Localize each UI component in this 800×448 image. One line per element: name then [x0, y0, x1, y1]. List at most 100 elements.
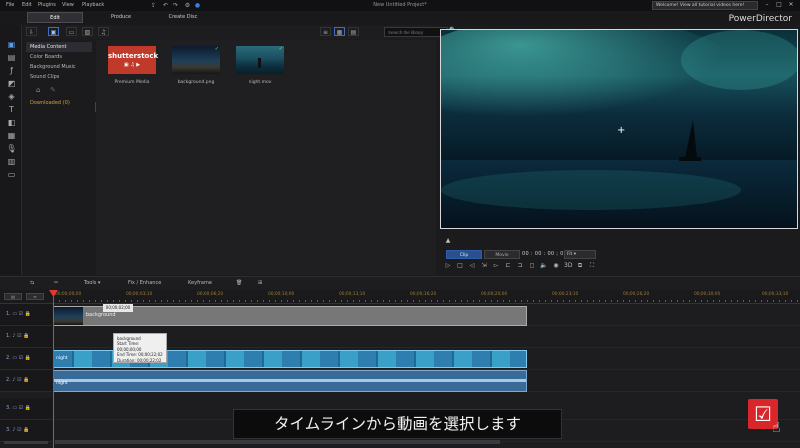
- mark-in-icon[interactable]: ⊏: [504, 262, 512, 269]
- track-manager-icon[interactable]: ▤: [4, 293, 22, 300]
- playhead-line[interactable]: [53, 290, 54, 448]
- subtitle-room-icon[interactable]: ▭: [6, 170, 17, 180]
- close-icon[interactable]: ✕: [786, 1, 796, 9]
- track-header-video-3[interactable]: 3. ▭ ☑ 🔒: [0, 398, 52, 420]
- background-png-thumbnail[interactable]: ✓: [172, 46, 220, 74]
- tutorial-notice[interactable]: Welcome! View all tutorial videos here!: [652, 1, 758, 10]
- track-header-video-1[interactable]: 1. ▭ ☑ 🔒: [0, 304, 52, 326]
- tooltip-line: End Time: 00;00;22;02: [117, 352, 163, 358]
- particle-room-icon[interactable]: ◈: [6, 92, 17, 102]
- gear-icon[interactable]: ⚙: [184, 2, 191, 9]
- menu-edit[interactable]: Edit: [22, 2, 32, 8]
- volume-icon[interactable]: 🔈: [540, 262, 548, 269]
- category-background-music[interactable]: Background Music: [26, 62, 92, 72]
- category-sound-clips[interactable]: Sound Clips: [26, 72, 92, 82]
- tag-edit-icon[interactable]: ✎: [50, 86, 56, 94]
- tools-menu[interactable]: Tools ▾: [84, 280, 100, 286]
- media-gallery: shutterstock ▣ ♫ ▶ Premium Media ✓ backg…: [96, 40, 436, 275]
- track-header-audio-1[interactable]: 1. ♪ ☑ 🔒: [0, 326, 52, 348]
- voice-over-icon[interactable]: 🎙: [6, 144, 17, 154]
- menu-bar: File Edit Plugins View Playback ⇪ ↶ ↷ ⚙ …: [0, 0, 800, 11]
- tooltip-line: Duration: 00;00;22;02: [117, 357, 162, 363]
- timeline-ruler[interactable]: ▤ ⇔ 00;00;00;00 00;00;03;10 00;00;06;20 …: [0, 290, 800, 304]
- redo-icon[interactable]: ↷: [172, 2, 179, 9]
- tab-edit[interactable]: Edit: [27, 12, 83, 23]
- title-room-icon[interactable]: T: [6, 105, 17, 115]
- zoom-fit-select[interactable]: Fit ▾: [564, 250, 596, 259]
- delete-icon[interactable]: 🗑: [236, 280, 242, 286]
- more-icon[interactable]: ⊞: [258, 280, 262, 286]
- playhead-time-tooltip: 00;00;02;00: [103, 304, 133, 312]
- fix-enhance-button[interactable]: Fix / Enhance: [128, 280, 161, 286]
- background-clip-thumbnail: [53, 307, 83, 325]
- upload-icon[interactable]: ⇪: [150, 2, 157, 9]
- playhead-slider-icon[interactable]: ▲: [444, 237, 452, 244]
- menu-playback[interactable]: Playback: [82, 2, 104, 8]
- all-media-icon[interactable]: ▣: [48, 27, 59, 36]
- premium-media-thumbnail[interactable]: shutterstock ▣ ♫ ▶: [108, 46, 158, 74]
- menu-plugins[interactable]: Plugins: [38, 2, 56, 8]
- brand-label: PowerDirector: [728, 14, 792, 24]
- timeline-scrollbar[interactable]: [55, 440, 500, 444]
- play-icon[interactable]: ▷: [444, 262, 452, 269]
- search-input[interactable]: [384, 27, 448, 37]
- room-tool-strip: ▣ ▤ ƒ ◩ ◈ T ◧ ▦ 🎙 ▥ ▭: [0, 25, 22, 275]
- tag-icon[interactable]: ⌂: [36, 86, 40, 94]
- fast-forward-icon[interactable]: ▻: [492, 262, 500, 269]
- mark-out-icon[interactable]: ⊐: [516, 262, 524, 269]
- snapshot-icon[interactable]: ◻: [528, 262, 536, 269]
- timeline-zoom-slider[interactable]: [4, 441, 48, 444]
- undo-icon[interactable]: ↶: [162, 2, 169, 9]
- undock-icon[interactable]: ⧉: [576, 262, 584, 270]
- list-view-icon[interactable]: ≡: [320, 27, 331, 36]
- track-header-audio-3[interactable]: 3. ♪ ☑ 🔒: [0, 420, 52, 442]
- preview-window[interactable]: +: [440, 29, 798, 229]
- video-filter-icon[interactable]: ▭: [66, 27, 77, 36]
- minimize-icon[interactable]: –: [762, 1, 772, 9]
- ruler-label: 00;00;33;10: [762, 292, 789, 297]
- tab-create-disc[interactable]: Create Disc: [160, 12, 206, 23]
- grid-view-icon[interactable]: ▦: [334, 27, 345, 36]
- template-room-icon[interactable]: ▤: [6, 53, 17, 63]
- menu-view[interactable]: View: [62, 2, 74, 8]
- ruler-label: 00;00;20;00: [481, 292, 508, 297]
- keyframe-button[interactable]: Keyframe: [188, 280, 212, 286]
- transition-room-icon[interactable]: ◧: [6, 118, 17, 128]
- menu-file[interactable]: File: [6, 2, 14, 8]
- previous-frame-icon[interactable]: ◁: [468, 262, 476, 269]
- camera-icon[interactable]: ◉: [552, 262, 560, 269]
- track-header-video-2[interactable]: 2. ▭ ☑ 🔒: [0, 348, 52, 370]
- pip-room-icon[interactable]: ◩: [6, 79, 17, 89]
- fit-timeline-icon[interactable]: ⇔: [26, 293, 44, 300]
- next-frame-icon[interactable]: ⇲: [480, 262, 488, 269]
- timecode-display[interactable]: 00 : 00 : 00 ; 00: [522, 251, 567, 257]
- import-icon[interactable]: ⇩: [26, 27, 37, 36]
- night-video-clip-label: night: [56, 356, 68, 361]
- fullscreen-icon[interactable]: ⛶: [588, 262, 596, 270]
- image-filter-icon[interactable]: ▨: [82, 27, 93, 36]
- link-icon[interactable]: ⇆: [30, 280, 34, 286]
- ruler-label: 00;00;16;20: [410, 292, 437, 297]
- account-icon[interactable]: ●: [194, 2, 201, 9]
- tab-produce[interactable]: Produce: [95, 12, 147, 23]
- clip-mode-button[interactable]: Clip: [446, 250, 482, 259]
- category-media-content[interactable]: Media Content: [26, 42, 92, 52]
- sort-icon[interactable]: ▤: [348, 27, 359, 36]
- scissors-icon[interactable]: ✂: [54, 280, 58, 286]
- maximize-icon[interactable]: □: [774, 1, 784, 9]
- ruler-ticks: [53, 300, 800, 302]
- night-mov-thumbnail[interactable]: ✓: [236, 46, 284, 74]
- music-filter-icon[interactable]: ♫: [98, 27, 109, 36]
- category-color-boards[interactable]: Color Boards: [26, 52, 92, 62]
- media-toolbar: ⇩ ▣ ▭ ▨ ♫ ≡ ▦ ▤ 🔍: [24, 25, 456, 39]
- fx-room-icon[interactable]: ƒ: [6, 66, 17, 76]
- category-downloaded[interactable]: Downloaded (0): [26, 98, 92, 108]
- chapter-room-icon[interactable]: ▥: [6, 157, 17, 167]
- stop-icon[interactable]: □: [456, 262, 464, 269]
- powerdirector-window: File Edit Plugins View Playback ⇪ ↶ ↷ ⚙ …: [0, 0, 800, 448]
- media-room-icon[interactable]: ▣: [6, 40, 17, 50]
- 3d-icon[interactable]: 3D: [564, 262, 572, 269]
- movie-mode-button[interactable]: Movie: [484, 250, 520, 259]
- track-header-audio-2[interactable]: 2. ♪ ☑ 🔒: [0, 370, 52, 392]
- audio-mixing-icon[interactable]: ▦: [6, 131, 17, 141]
